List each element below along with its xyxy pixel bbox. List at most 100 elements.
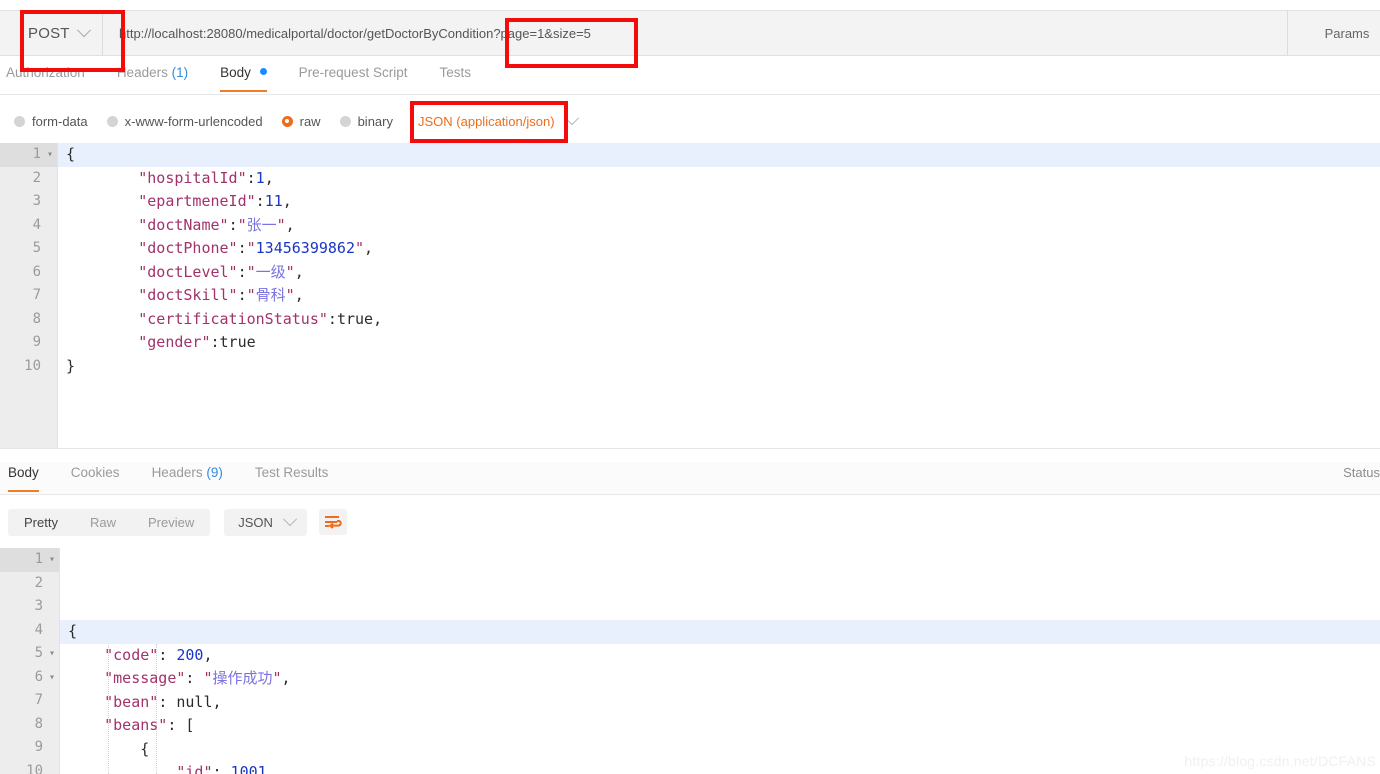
code-token: , [266, 763, 276, 774]
request-url-input[interactable]: http://localhost:28080/medicalportal/doc… [103, 11, 1288, 55]
code-token: "beans" [104, 716, 168, 734]
line-number: 6 ▾ [0, 666, 59, 690]
request-tab-authorization[interactable]: Authorization [6, 62, 85, 92]
code-line[interactable]: { [58, 143, 1380, 167]
params-button[interactable]: Params [1288, 11, 1380, 55]
request-tab-tests[interactable]: Tests [439, 62, 471, 92]
code-line[interactable]: { [60, 738, 1380, 762]
code-token: , [212, 692, 222, 711]
code-token: "bean" [104, 692, 159, 711]
tab-label: Cookies [70, 465, 120, 480]
response-body-editor[interactable]: 1 ▾ 2 3 4 5 ▾ 6 ▾ 7 8 9 10 { "code": 200, "message":… [0, 548, 1380, 774]
request-url-bar: POST http://localhost:28080/medicalporta… [0, 10, 1380, 56]
line-number: 1 ▾ [0, 143, 57, 167]
code-token: { [66, 145, 76, 163]
code-token: , [282, 192, 292, 210]
http-method-label: POST [28, 24, 70, 42]
code-line[interactable]: "doctName":"张一", [58, 214, 1380, 238]
line-number: 4 [32, 216, 41, 233]
code-line[interactable]: "doctPhone":"13456399862", [58, 237, 1380, 261]
line-number: 5 ▾ [0, 642, 59, 666]
line-number: 10 [26, 762, 43, 774]
word-wrap-icon [324, 516, 342, 529]
code-token: 200 [176, 645, 204, 664]
code-line[interactable]: "certificationStatus":true, [58, 308, 1380, 332]
code-token: , [364, 239, 374, 257]
code-token: : [167, 716, 186, 734]
response-tab-headers[interactable]: Headers (9) [152, 462, 223, 492]
code-line[interactable]: "beans": [ [60, 714, 1380, 738]
line-number: 9 [34, 739, 43, 755]
request-code-area[interactable]: { "hospitalId":1, "epartmeneId":11, "doc… [58, 143, 1380, 448]
body-type-raw[interactable]: raw [281, 114, 321, 129]
tab-label: Pre-request Script [298, 65, 408, 80]
content-type-selector[interactable]: JSON (application/json) [418, 111, 579, 129]
request-tab-body[interactable]: Body [220, 62, 267, 92]
code-line[interactable]: "epartmeneId":11, [58, 190, 1380, 214]
line-number: 3 [32, 193, 41, 209]
view-mode-preview[interactable]: Preview [132, 509, 210, 536]
response-tab-cookies[interactable]: Cookies [71, 462, 120, 492]
fold-toggle-icon[interactable]: ▾ [49, 666, 55, 690]
code-token: , [294, 262, 304, 281]
line-number: 8 [34, 715, 43, 732]
fold-toggle-icon[interactable]: ▾ [49, 548, 55, 572]
code-token: "doctSkill" [138, 286, 238, 304]
code-token: , [281, 669, 291, 687]
headers-count-badge: (1) [171, 65, 189, 80]
code-token: 1001 [230, 763, 267, 774]
fold-toggle-icon[interactable]: ▾ [47, 143, 53, 167]
code-line[interactable]: "doctSkill":"骨科", [58, 284, 1380, 308]
code-line[interactable]: "id": 1001, [60, 761, 1380, 774]
code-token: " [285, 286, 295, 304]
code-line[interactable]: "message": "操作成功", [60, 667, 1380, 691]
code-line[interactable]: { [60, 620, 1380, 644]
response-format-selector[interactable]: JSON [224, 508, 307, 536]
code-token: "gender" [138, 333, 211, 351]
code-token: : [158, 692, 177, 711]
code-token: : [228, 215, 238, 234]
code-token: : [237, 262, 247, 281]
line-number: 10 [24, 357, 41, 374]
code-line[interactable]: "doctLevel":"一级", [58, 261, 1380, 285]
body-type-row: form-data x-www-form-urlencoded raw bina… [0, 103, 1380, 139]
fold-toggle-icon[interactable]: ▾ [49, 642, 55, 666]
body-type-form-data[interactable]: form-data [14, 114, 88, 129]
code-token: , [373, 309, 383, 328]
code-token: : [210, 333, 220, 351]
request-body-editor[interactable]: 1 ▾ 2 3 4 5 6 7 8 9 10 { "hospitalId":1, "epartmen… [0, 143, 1380, 448]
request-tab-headers[interactable]: Headers (1) [117, 62, 188, 92]
chevron-down-icon [282, 512, 297, 527]
request-tab-pre-request-script[interactable]: Pre-request Script [299, 62, 408, 92]
http-method-selector[interactable]: POST [0, 11, 103, 55]
code-token: "doctPhone" [138, 239, 238, 257]
code-token: " [355, 239, 365, 257]
code-token: "code" [104, 645, 159, 664]
response-code-area[interactable]: { "code": 200, "message": "操作成功", "bean"… [60, 548, 1380, 774]
radio-icon [106, 115, 118, 127]
request-tab-bar: Authorization Headers (1) Body Pre-reque… [0, 62, 1380, 95]
code-line[interactable]: "bean": null, [60, 691, 1380, 715]
response-tab-test-results[interactable]: Test Results [255, 462, 329, 492]
code-line[interactable]: "gender":true [58, 331, 1380, 355]
request-editor-divider [0, 448, 1380, 449]
line-number: 1 ▾ [0, 548, 59, 572]
code-token: 13456399862 [255, 239, 355, 257]
code-token: " [203, 669, 213, 687]
body-type-x-www-form-urlencoded[interactable]: x-www-form-urlencoded [106, 114, 263, 129]
view-mode-raw[interactable]: Raw [74, 509, 132, 536]
body-type-binary[interactable]: binary [339, 114, 393, 129]
word-wrap-button[interactable] [318, 509, 347, 535]
response-tab-body[interactable]: Body [8, 462, 39, 492]
code-token: { [140, 739, 150, 758]
code-line[interactable]: } [58, 355, 1380, 379]
code-line[interactable]: "code": 200, [60, 644, 1380, 668]
code-token: 1 [255, 168, 265, 187]
code-line[interactable]: "hospitalId":1, [58, 167, 1380, 191]
code-token: [ [185, 716, 195, 734]
tab-label: Headers [151, 465, 203, 480]
response-status-label: Status [1343, 465, 1380, 480]
view-mode-pretty[interactable]: Pretty [8, 508, 74, 536]
